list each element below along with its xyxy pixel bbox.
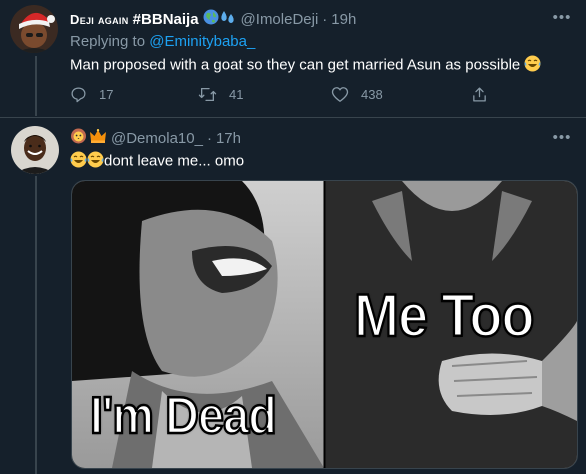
heart-icon	[331, 86, 349, 103]
tweet-header: @Demola10_ · 17h	[70, 128, 241, 148]
retweet-button[interactable]: 41	[198, 86, 331, 103]
tweet-media-image[interactable]: I'm Dead Me Too	[71, 180, 578, 469]
share-icon	[471, 86, 488, 103]
globe-emoji	[203, 9, 219, 29]
meme-caption-left: I'm Dead	[89, 386, 278, 447]
timestamp[interactable]: 19h	[331, 11, 356, 28]
thread-connector-line	[35, 176, 37, 474]
sweat-droplets-emoji	[219, 9, 237, 29]
meme-caption-right: Me Too	[353, 281, 536, 351]
separator-dot: ·	[206, 129, 212, 147]
more-icon: •••	[552, 128, 572, 146]
timestamp[interactable]: 17h	[216, 130, 241, 147]
tweet-actions: 17 41 438	[70, 86, 488, 103]
tweet-header: Deji again #BBNaija @ImoleDeji · 19h	[70, 9, 356, 29]
lion-emoji[interactable]	[70, 128, 87, 148]
avatar[interactable]	[10, 5, 58, 53]
reply-count: 17	[99, 87, 114, 102]
tears-of-joy-emoji	[524, 55, 541, 76]
retweet-count: 41	[229, 87, 244, 102]
retweet-icon	[198, 86, 217, 103]
avatar[interactable]	[11, 126, 59, 174]
more-icon: •••	[552, 8, 572, 26]
like-button[interactable]: 438	[331, 86, 471, 103]
thread-connector-line	[35, 56, 37, 116]
replying-to: Replying to @Eminitybaba_	[70, 33, 256, 50]
timeline: Deji again #BBNaija @ImoleDeji · 19h •••…	[0, 0, 586, 474]
separator-dot: ·	[322, 10, 328, 28]
user-handle[interactable]: @ImoleDeji	[241, 11, 319, 28]
tweet-text: Man proposed with a goat so they can get…	[70, 55, 541, 76]
reply-icon	[70, 86, 87, 103]
reply-button[interactable]: 17	[70, 86, 198, 103]
display-name[interactable]: Deji again #BBNaija	[70, 11, 199, 28]
mention-link[interactable]: @Eminitybaba_	[149, 33, 255, 50]
user-handle[interactable]: @Demola10_	[111, 130, 203, 147]
like-count: 438	[361, 87, 383, 102]
tweet-divider	[0, 117, 586, 118]
tweet-text: dont leave me... omo	[70, 151, 244, 172]
crown-emoji[interactable]	[89, 128, 107, 148]
share-button[interactable]	[471, 86, 488, 103]
tears-of-joy-emoji	[70, 151, 87, 172]
more-options-button[interactable]: •••	[552, 128, 572, 146]
tears-of-joy-emoji	[87, 151, 104, 172]
more-options-button[interactable]: •••	[552, 8, 572, 26]
